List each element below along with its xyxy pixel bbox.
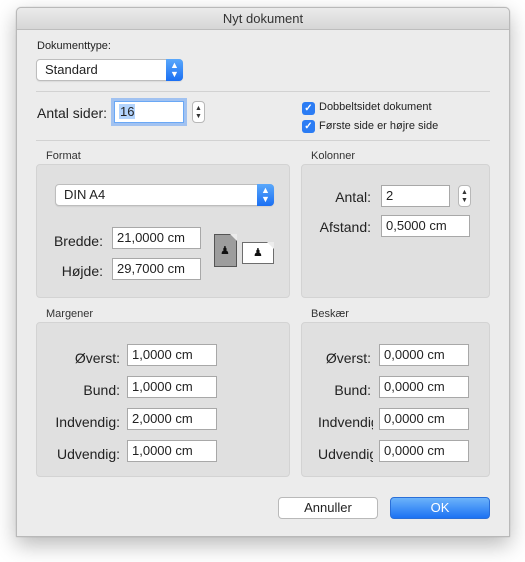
landscape-orientation-button[interactable]: ♟ — [242, 242, 274, 264]
bleed-group-title: Beskær — [311, 308, 349, 320]
margin-outside-label: Udvendig: — [56, 446, 120, 462]
doctype-label: Dokumenttype: — [37, 40, 111, 52]
width-field[interactable]: 21,0000 cm — [112, 227, 201, 249]
margin-top-field[interactable]: 1,0000 cm — [127, 344, 217, 366]
dialog-title: Nyt dokument — [17, 8, 509, 30]
bleed-top-label: Øverst: — [325, 350, 371, 366]
paper-size-value: DIN A4 — [64, 187, 106, 202]
column-count-label: Antal: — [335, 189, 371, 205]
column-count-field[interactable]: 2 — [381, 185, 450, 207]
bleed-top-field[interactable]: 0,0000 cm — [379, 344, 469, 366]
right-first-checkbox[interactable]: ✓ — [302, 120, 315, 133]
height-label: Højde: — [61, 263, 103, 279]
page-count-field[interactable]: 16 — [114, 101, 184, 123]
double-sided-checkbox[interactable]: ✓ — [302, 102, 315, 115]
paper-size-select[interactable]: DIN A4 ▲ ▼ — [55, 184, 274, 206]
bleed-inside-label: Indvendig: — [318, 414, 373, 430]
height-field[interactable]: 29,7000 cm — [112, 258, 201, 280]
doctype-select[interactable]: Standard ▲ ▼ — [36, 59, 183, 81]
chevron-updown-icon: ▲ ▼ — [257, 184, 274, 206]
column-gap-field[interactable]: 0,5000 cm — [381, 215, 470, 237]
column-gap-label: Afstand: — [319, 219, 371, 235]
margin-inside-label: Indvendig: — [55, 414, 120, 430]
cancel-button[interactable]: Annuller — [278, 497, 378, 519]
separator — [36, 140, 490, 141]
margin-bottom-label: Bund: — [83, 382, 120, 398]
bleed-bottom-field[interactable]: 0,0000 cm — [379, 376, 469, 398]
format-group-title: Format — [46, 150, 81, 162]
bleed-bottom-label: Bund: — [334, 382, 371, 398]
bleed-inside-field[interactable]: 0,0000 cm — [379, 408, 469, 430]
bleed-outside-field[interactable]: 0,0000 cm — [379, 440, 469, 462]
chevron-updown-icon: ▲ ▼ — [166, 59, 183, 81]
page-count-stepper[interactable]: ▲ ▼ — [192, 101, 205, 123]
page-count-value: 16 — [119, 104, 136, 119]
width-label: Bredde: — [53, 233, 103, 249]
columns-group-title: Kolonner — [311, 150, 356, 162]
margin-inside-field[interactable]: 2,0000 cm — [127, 408, 217, 430]
page-count-label: Antal sider: — [37, 105, 108, 121]
new-document-dialog: Nyt dokument Dokumenttype: Standard ▲ ▼ A… — [16, 7, 510, 537]
separator — [36, 91, 490, 92]
person-icon: ♟ — [220, 245, 230, 257]
column-count-stepper[interactable]: ▲ ▼ — [458, 185, 471, 207]
margin-top-label: Øverst: — [74, 350, 120, 366]
person-icon: ♟ — [253, 247, 263, 259]
bleed-outside-label: Udvendig: — [318, 446, 373, 462]
margins-group-title: Margener — [46, 308, 94, 320]
double-sided-label: Dobbeltsidet dokument — [319, 101, 432, 113]
ok-button[interactable]: OK — [390, 497, 490, 519]
doctype-value: Standard — [45, 62, 98, 77]
margin-outside-field[interactable]: 1,0000 cm — [127, 440, 217, 462]
margin-bottom-field[interactable]: 1,0000 cm — [127, 376, 217, 398]
right-first-label: Første side er højre side — [319, 120, 439, 132]
portrait-orientation-button[interactable]: ♟ — [214, 234, 237, 267]
